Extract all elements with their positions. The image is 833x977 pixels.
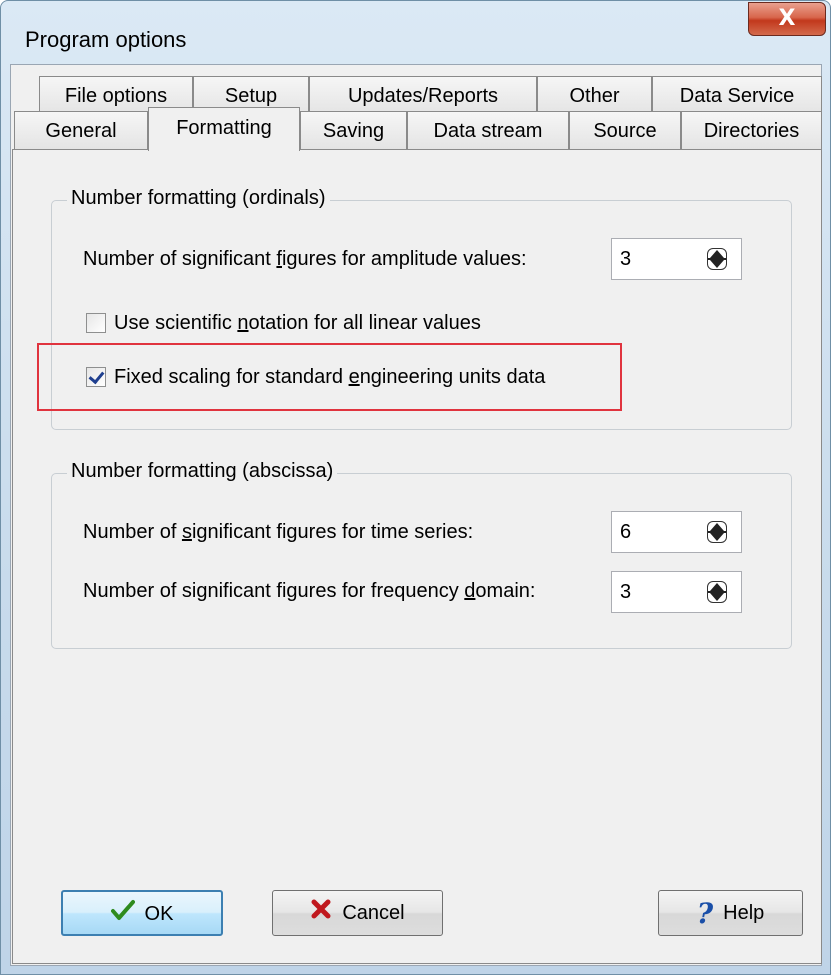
amplitude-figures-label: Number of significant figures for amplit… bbox=[83, 248, 527, 270]
tab-general[interactable]: General bbox=[14, 111, 148, 149]
ordinals-group-title: Number formatting (ordinals) bbox=[67, 186, 330, 210]
time-series-figures-stepper[interactable]: 6 bbox=[611, 511, 742, 553]
amplitude-figures-stepper[interactable]: 3 bbox=[611, 238, 742, 280]
close-icon: X bbox=[778, 6, 796, 31]
x-icon bbox=[310, 892, 332, 936]
tab-saving[interactable]: Saving bbox=[300, 111, 407, 149]
tab-directories[interactable]: Directories bbox=[681, 111, 822, 149]
tab-other[interactable]: Other bbox=[537, 76, 652, 114]
tab-data-stream[interactable]: Data stream bbox=[407, 111, 569, 149]
question-mark-icon: ? bbox=[696, 896, 714, 930]
formatting-tab-panel: Number formatting (ordinals) Number of s… bbox=[12, 149, 822, 964]
frequency-figures-stepper[interactable]: 3 bbox=[611, 571, 742, 613]
annotation-highlight-box bbox=[37, 343, 622, 411]
frequency-figures-label: Number of significant figures for freque… bbox=[83, 580, 536, 602]
tab-data-service[interactable]: Data Service bbox=[652, 76, 822, 114]
tab-updates-reports[interactable]: Updates/Reports bbox=[309, 76, 537, 114]
help-button[interactable]: ? Help bbox=[658, 890, 803, 936]
close-button[interactable]: X bbox=[748, 2, 826, 36]
amplitude-figures-value[interactable]: 3 bbox=[620, 247, 631, 271]
scientific-notation-label[interactable]: Use scientific notation for all linear v… bbox=[114, 311, 481, 335]
tab-formatting[interactable]: Formatting bbox=[148, 107, 300, 151]
scientific-notation-checkbox[interactable] bbox=[86, 313, 106, 333]
checkmark-icon bbox=[110, 893, 135, 937]
abscissa-group bbox=[51, 473, 792, 649]
abscissa-group-title: Number formatting (abscissa) bbox=[67, 459, 338, 483]
spin-updown-icon[interactable] bbox=[707, 248, 727, 270]
tab-source[interactable]: Source bbox=[569, 111, 681, 149]
ok-button[interactable]: OK bbox=[61, 890, 223, 936]
frequency-figures-value[interactable]: 3 bbox=[620, 580, 631, 604]
cancel-button[interactable]: Cancel bbox=[272, 890, 443, 936]
window-title: Program options bbox=[25, 27, 187, 52]
time-series-figures-label: Number of significant figures for time s… bbox=[83, 521, 474, 543]
spin-updown-icon[interactable] bbox=[707, 521, 727, 543]
time-series-figures-value[interactable]: 6 bbox=[620, 520, 631, 544]
spin-updown-icon[interactable] bbox=[707, 581, 727, 603]
